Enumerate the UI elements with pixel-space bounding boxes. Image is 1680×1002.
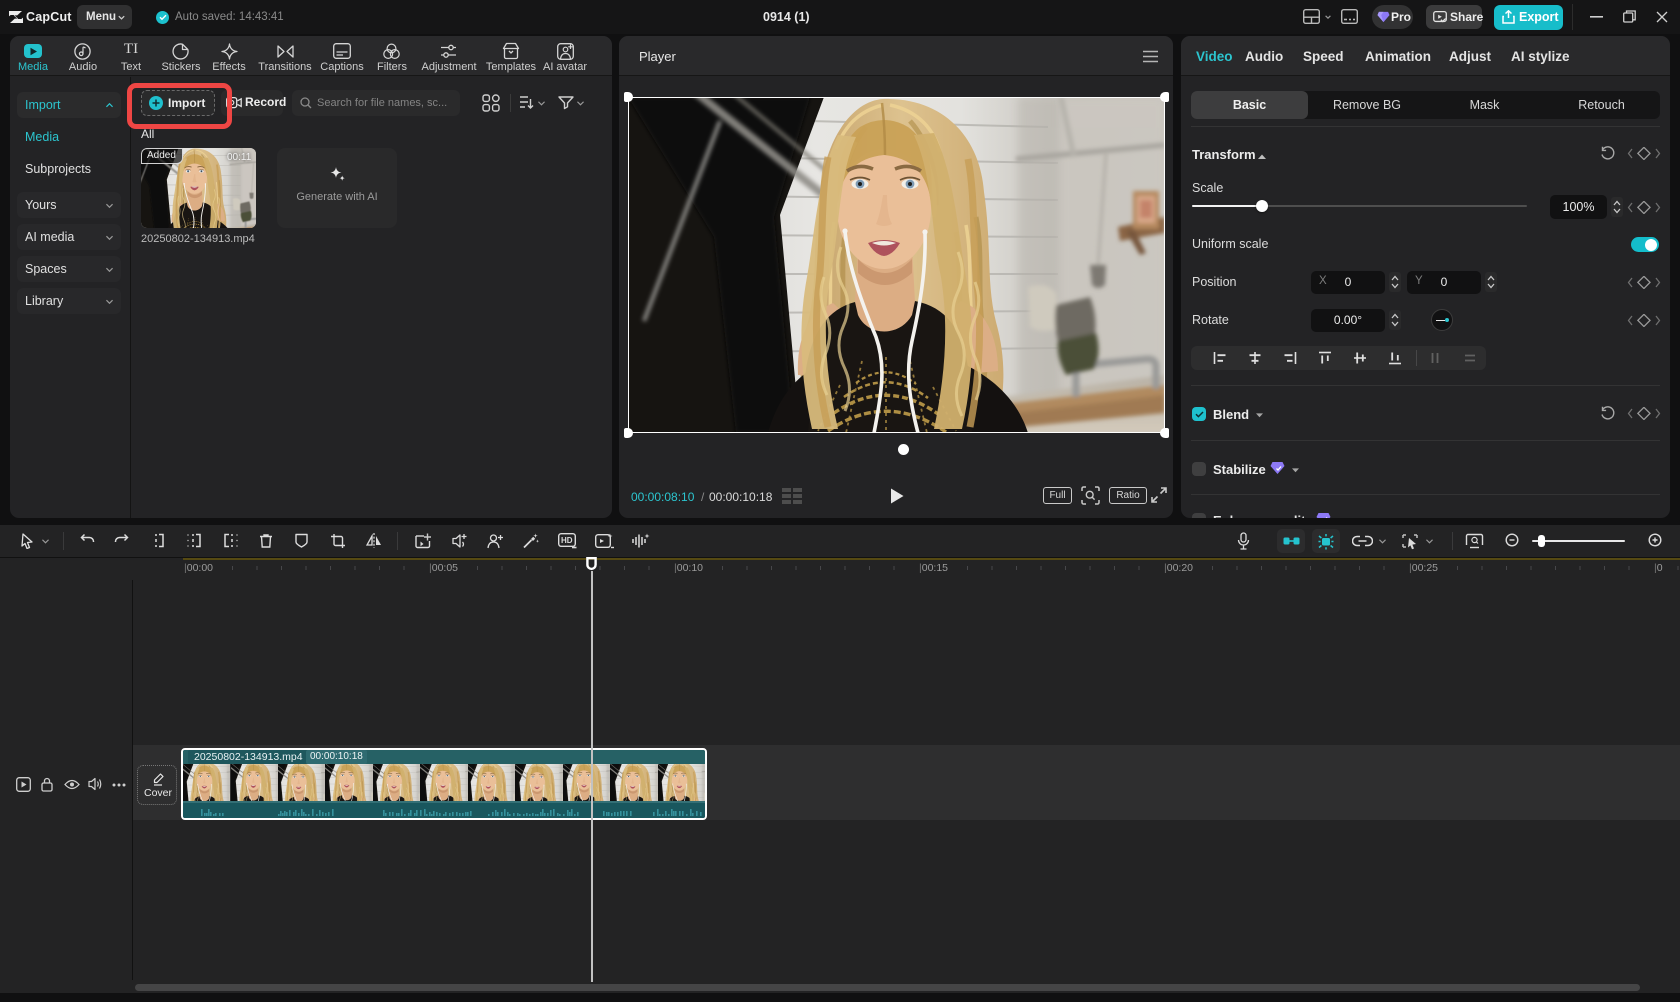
svg-text:HD: HD: [561, 536, 573, 545]
